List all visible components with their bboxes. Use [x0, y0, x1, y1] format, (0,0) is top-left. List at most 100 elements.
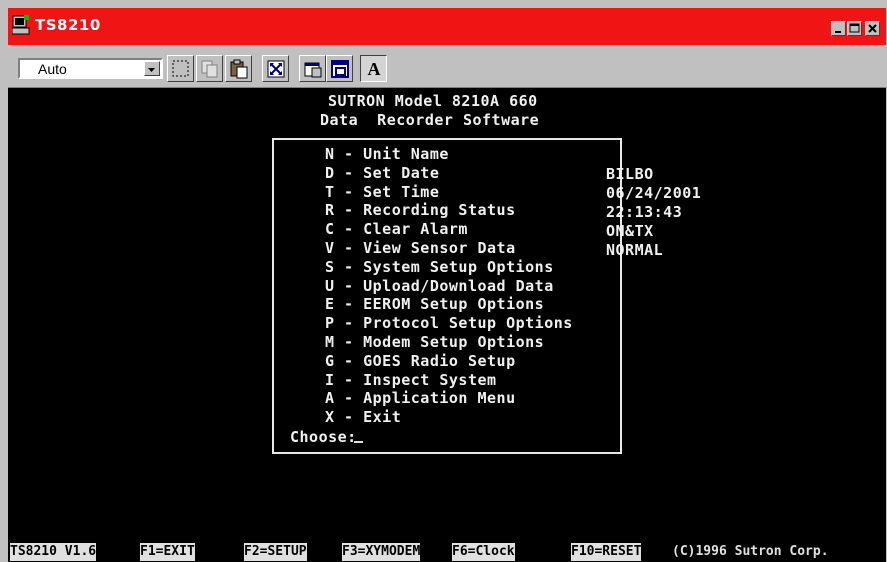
menu-separator: - [334, 370, 364, 389]
status-line: TS8210 V1.6 F1=EXIT F2=SETUP F3=XYMODEM … [8, 542, 886, 562]
menu-item-unit-name[interactable]: N - Unit Name [325, 146, 449, 162]
unit-name-value: BILBO [606, 165, 654, 183]
menu-item-clear-alarm[interactable]: C - Clear Alarm [325, 221, 468, 237]
header-subtitle: Data Recorder Software [320, 111, 540, 129]
menu-label: Application Menu [363, 389, 516, 408]
menu-label: Modem Setup Options [363, 333, 545, 351]
menu-item-set-time[interactable]: T - Set Time [325, 184, 439, 200]
paste-button[interactable] [225, 55, 252, 82]
minimize-button[interactable] [831, 21, 846, 36]
font-button[interactable]: A [360, 55, 387, 82]
font-size-select[interactable]: Auto [18, 58, 163, 79]
copyright-text: (C)1996 Sutron Corp. [672, 543, 829, 561]
minimize-icon [835, 31, 841, 33]
menu-key: P [325, 314, 335, 333]
copy-button[interactable] [196, 55, 223, 82]
menu-item-goes-radio-setup[interactable]: G - GOES Radio Setup [325, 353, 516, 369]
fullscreen-button[interactable] [262, 55, 289, 82]
f3-key[interactable]: F3=XYMODEM [342, 543, 421, 561]
menu-label: GOES Radio Setup [363, 351, 516, 370]
menu-item-protocol-setup-options[interactable]: P - Protocol Setup Options [325, 315, 573, 331]
menu-separator: - [334, 145, 364, 163]
menu-separator: - [334, 351, 364, 370]
menu-item-view-sensor-data[interactable]: V - View Sensor Data [325, 240, 516, 256]
font-icon: A [368, 59, 381, 79]
date-value: 06/24/2001 [606, 184, 702, 202]
menu-key: X [325, 408, 335, 427]
chevron-down-icon [148, 68, 155, 72]
recording-status-value: ON&TX [606, 222, 654, 240]
menu-item-upload-download-data[interactable]: U - Upload/Download Data [325, 278, 554, 294]
menu-key: E [325, 295, 335, 314]
menu-label: Inspect System [363, 370, 497, 389]
menu-key: G [325, 351, 335, 370]
alarm-value: NORMAL [606, 241, 664, 259]
menu-label: Clear Alarm [363, 220, 468, 239]
font-size-value: Auto [38, 61, 67, 77]
menu-item-eerom-setup-options[interactable]: E - EEROM Setup Options [325, 296, 544, 312]
menu-item-recording-status[interactable]: R - Recording Status [325, 202, 516, 218]
menu-separator: - [334, 276, 364, 295]
menu-label: Exit [363, 408, 402, 427]
toolbar: Auto A [8, 45, 886, 88]
maximize-icon [849, 23, 860, 33]
menu-item-set-date[interactable]: D - Set Date [325, 165, 439, 181]
f1-key[interactable]: F1=EXIT [140, 543, 195, 561]
paste-icon [230, 59, 248, 79]
copy-icon [201, 60, 218, 78]
menu-item-modem-setup-options[interactable]: M - Modem Setup Options [325, 334, 544, 350]
menu-label: Recording Status [363, 201, 516, 220]
menu-separator: - [334, 408, 364, 427]
terminal-window: TS8210 Auto A SUTRON Model 8210A 660 Dat… [0, 0, 887, 562]
background-icon [331, 60, 349, 78]
menu-key: R [325, 201, 335, 220]
svg-text:A: A [368, 59, 381, 79]
menu-label: EEROM Setup Options [363, 295, 545, 314]
version-label: TS8210 V1.6 [10, 543, 97, 561]
menu-item-inspect-system[interactable]: I - Inspect System [325, 372, 497, 388]
properties-button[interactable] [299, 55, 326, 82]
menu-separator: - [334, 239, 364, 257]
properties-icon [304, 62, 322, 78]
menu-key: N [325, 145, 335, 163]
menu-key: A [325, 389, 335, 408]
menu-separator: - [334, 333, 364, 351]
fullscreen-icon [267, 60, 285, 78]
mark-button[interactable] [167, 55, 194, 82]
menu-separator: - [334, 182, 364, 201]
terminal-screen[interactable]: SUTRON Model 8210A 660 Data Recorder Sof… [8, 88, 886, 542]
close-icon [868, 24, 877, 33]
menu-label: System Setup Options [363, 257, 554, 276]
window-title: TS8210 [35, 16, 101, 34]
menu-item-system-setup-options[interactable]: S - System Setup Options [325, 259, 554, 275]
f2-key[interactable]: F2=SETUP [244, 543, 307, 561]
menu-item-application-menu[interactable]: A - Application Menu [325, 390, 516, 406]
menu-key: C [325, 220, 335, 239]
f6-key[interactable]: F6=Clock [452, 543, 515, 561]
time-value: 22:13:43 [606, 203, 683, 221]
menu-label: Set Time [363, 182, 440, 201]
background-button[interactable] [326, 55, 353, 82]
menu-label: Unit Name [363, 145, 449, 163]
menu-label: Set Date [363, 163, 440, 182]
menu-key: I [325, 370, 335, 389]
terminal-app-icon [11, 15, 30, 35]
menu-key: D [325, 163, 335, 182]
menu-separator: - [334, 163, 364, 182]
menu-separator: - [334, 220, 364, 239]
menu-key: S [325, 257, 335, 276]
menu-key: M [325, 333, 335, 351]
f10-key[interactable]: F10=RESET [571, 543, 642, 561]
maximize-button[interactable] [847, 21, 862, 36]
dropdown-button[interactable] [144, 61, 160, 76]
menu-separator: - [334, 389, 364, 408]
close-button[interactable] [865, 21, 880, 36]
menu-item-exit[interactable]: X - Exit [325, 409, 401, 425]
menu-label: Upload/Download Data [363, 276, 554, 295]
choose-prompt: Choose: [290, 428, 357, 446]
menu-label: View Sensor Data [363, 239, 516, 257]
cursor [354, 441, 363, 443]
menu-key: V [325, 239, 335, 257]
menu-separator: - [334, 295, 364, 314]
title-bar[interactable]: TS8210 [8, 8, 886, 45]
